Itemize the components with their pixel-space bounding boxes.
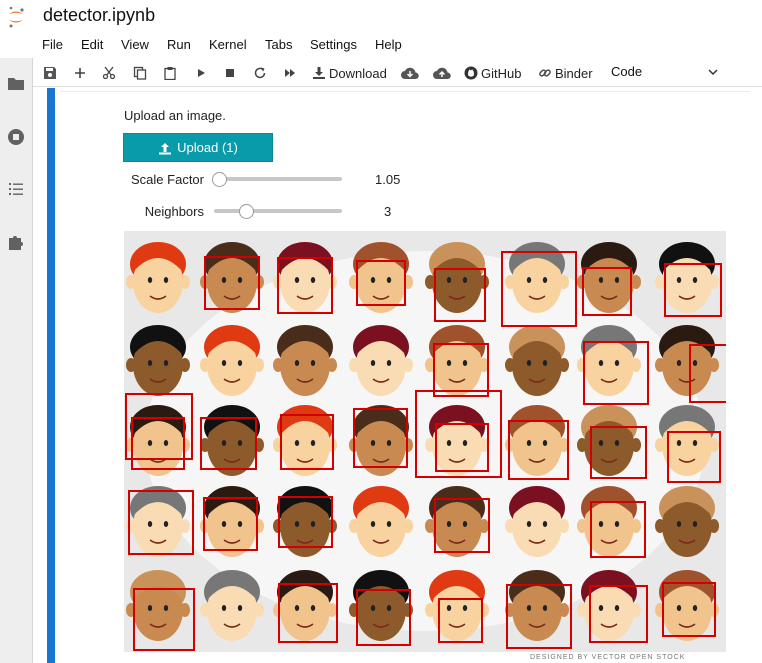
scale-factor-handle[interactable]	[212, 172, 227, 187]
menu-view[interactable]: View	[121, 37, 149, 52]
cloud-upload-button[interactable]	[432, 64, 452, 82]
scissors-icon	[102, 66, 116, 80]
cell-type-select[interactable]: Code	[611, 63, 727, 83]
title-bar: detector.ipynb	[0, 0, 762, 34]
restart-button[interactable]	[253, 64, 267, 82]
github-button[interactable]: GitHub	[464, 64, 521, 82]
cloud-download-button[interactable]	[400, 64, 420, 82]
run-button[interactable]	[195, 64, 207, 82]
folder-icon[interactable]	[6, 74, 26, 94]
left-sidebar	[0, 58, 33, 663]
image-credit: DESIGNED BY VECTOR OPEN STOCK	[530, 654, 686, 661]
faces-illustration	[124, 231, 726, 652]
copy-button[interactable]	[133, 64, 147, 82]
menu-tabs[interactable]: Tabs	[265, 37, 292, 52]
github-icon	[464, 66, 478, 80]
upload-button[interactable]: Upload (1)	[123, 133, 273, 162]
notebook-toolbar: Download GitHub Binder Code	[33, 58, 762, 87]
neighbors-slider[interactable]	[214, 209, 342, 213]
cell-type-value: Code	[611, 64, 643, 79]
jupyter-logo-icon	[9, 6, 24, 28]
scale-factor-value: 1.05	[375, 172, 401, 187]
table-of-contents-icon[interactable]	[6, 179, 26, 199]
upload-button-label: Upload (1)	[177, 140, 238, 155]
notebook-title[interactable]: detector.ipynb	[43, 5, 155, 26]
cloud-upload-icon	[433, 67, 451, 79]
clipboard-icon	[164, 67, 176, 80]
menu-run[interactable]: Run	[167, 37, 191, 52]
paste-button[interactable]	[163, 64, 177, 82]
neighbors-handle[interactable]	[239, 204, 254, 219]
insert-cell-button[interactable]	[73, 64, 87, 82]
download-label: Download	[329, 65, 387, 81]
interrupt-button[interactable]	[224, 64, 236, 82]
plus-icon	[75, 68, 85, 78]
upload-icon	[159, 142, 172, 154]
github-label: GitHub	[481, 65, 522, 81]
neighbors-value: 3	[384, 204, 392, 219]
menu-help[interactable]: Help	[375, 37, 402, 52]
running-kernels-icon[interactable]	[6, 127, 26, 147]
cut-button[interactable]	[102, 64, 116, 82]
cloud-download-icon	[401, 67, 419, 79]
menu-kernel[interactable]: Kernel	[209, 37, 247, 52]
menu-settings[interactable]: Settings	[310, 37, 357, 52]
download-icon	[313, 67, 325, 79]
extensions-icon[interactable]	[6, 232, 26, 252]
neighbors-label: Neighbors	[144, 204, 204, 219]
chevron-down-icon	[708, 69, 718, 76]
link-icon	[539, 69, 551, 77]
menu-file[interactable]: File	[42, 37, 63, 52]
binder-label: Binder	[555, 65, 593, 81]
run-all-button[interactable]	[283, 64, 297, 82]
play-icon	[198, 69, 205, 77]
stop-icon	[226, 69, 234, 77]
copy-icon	[133, 66, 147, 80]
menu-bar: File Edit View Run Kernel Tabs Settings …	[0, 34, 762, 58]
refresh-icon	[254, 67, 266, 79]
menu-edit[interactable]: Edit	[81, 37, 103, 52]
cell-separator	[60, 88, 750, 92]
active-cell-indicator	[47, 88, 55, 663]
save-button[interactable]	[43, 64, 57, 82]
binder-button[interactable]: Binder	[538, 64, 593, 82]
save-icon	[44, 67, 56, 79]
upload-prompt: Upload an image.	[124, 108, 226, 123]
scale-factor-slider[interactable]	[214, 177, 342, 181]
scale-factor-label: Scale Factor	[131, 172, 204, 187]
face-detection-output-image	[124, 231, 726, 652]
fast-forward-icon	[285, 69, 295, 77]
download-button[interactable]: Download	[312, 64, 387, 82]
